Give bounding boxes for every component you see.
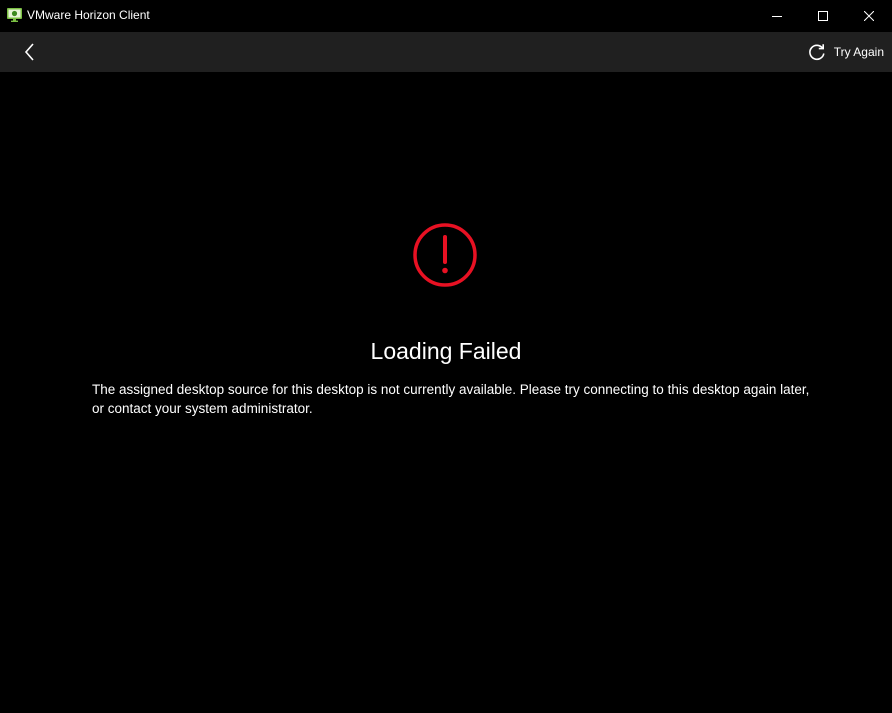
minimize-icon — [772, 16, 782, 17]
title-bar[interactable]: VMware Horizon Client — [0, 0, 892, 32]
vmware-horizon-icon — [7, 8, 22, 22]
error-title: Loading Failed — [370, 338, 522, 364]
error-circle-icon — [413, 223, 477, 287]
close-button[interactable] — [846, 0, 892, 32]
try-again-label: Try Again — [833, 45, 884, 59]
chevron-left-icon — [24, 43, 34, 61]
maximize-button[interactable] — [800, 0, 846, 32]
refresh-icon — [808, 44, 825, 61]
error-message: The assigned desktop source for this des… — [92, 382, 810, 416]
close-icon — [864, 11, 874, 21]
app-window: VMware Horizon Client Try Again Loading … — [0, 0, 892, 713]
maximize-icon — [818, 11, 828, 21]
minimize-button[interactable] — [754, 0, 800, 32]
window-title: VMware Horizon Client — [27, 8, 150, 22]
try-again-button[interactable]: Try Again — [808, 36, 884, 68]
back-button[interactable] — [14, 36, 46, 68]
app-bar: Try Again — [0, 32, 892, 72]
